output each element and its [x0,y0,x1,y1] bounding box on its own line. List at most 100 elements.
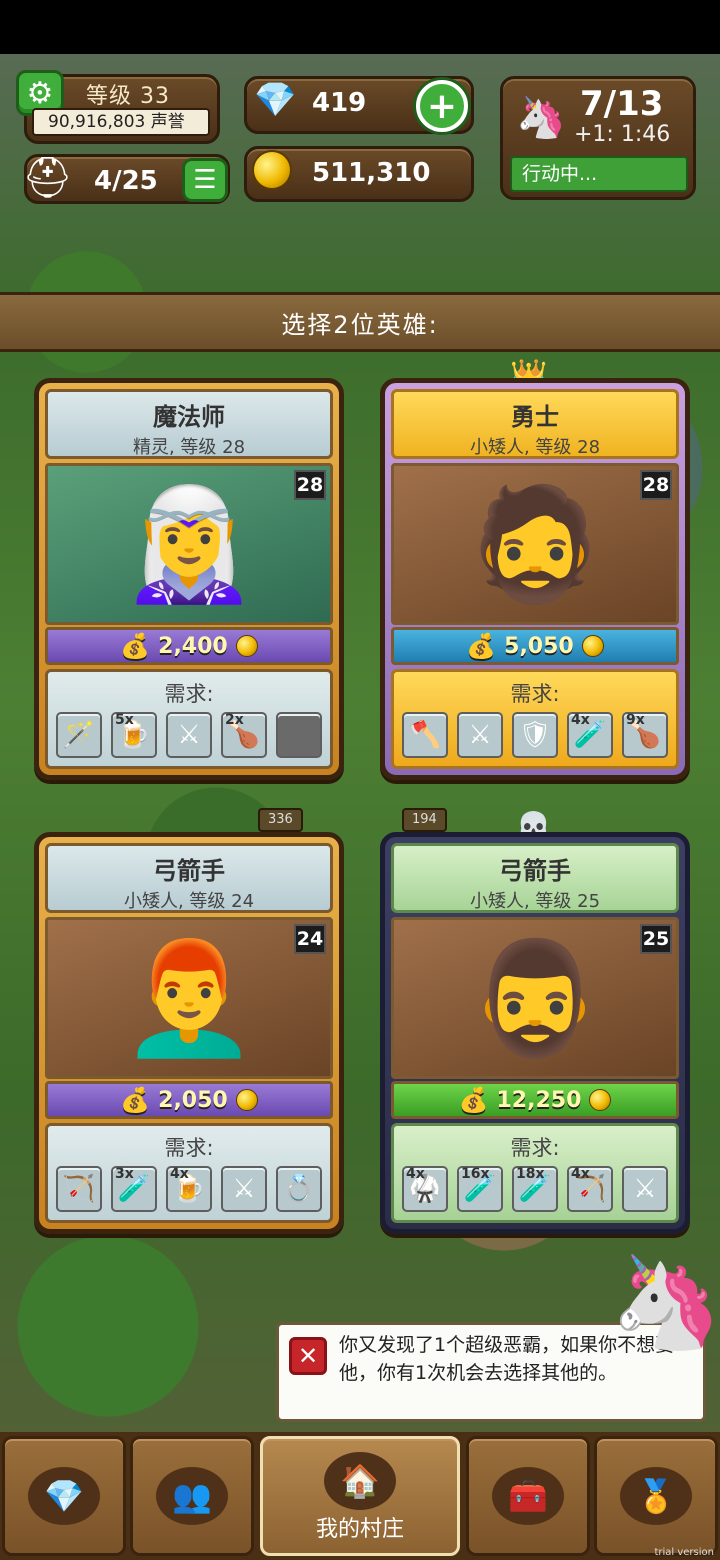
dismiss-message-button[interactable]: ✕ [289,1337,327,1375]
requirement-slot[interactable]: 🛡 [512,712,558,758]
map-cost-badge: 194 [402,808,447,832]
swords-icon: ⚔ [633,1174,657,1204]
requirement-slot[interactable]: ⚔ [166,712,212,758]
hero-requirements: 需求: 🪄 5x 🍺 ⚔ 2x 🍗 [45,669,333,769]
wand-icon: 🪄 [62,720,96,750]
hero-card-mage[interactable]: 魔法师 精灵, 等级 28 🧝‍♀️ 28 💰 2,400 需求: 🪄 5x 🍺 … [34,378,344,780]
player-level: 等级 33 [86,84,170,109]
buy-gems-button[interactable]: + [416,80,468,132]
crossbow-icon: 🏹 [62,1174,96,1204]
requirements-label: 需求: [164,1136,214,1160]
requirement-slot[interactable]: 9x 🍗 [622,712,668,758]
money-bag-icon: 💰 [120,632,151,660]
action-status[interactable]: 行动中... [510,156,688,192]
gold-count: 511,310 [312,158,431,188]
hero-card-header: 弓箭手 小矮人, 等级 24 [45,843,333,913]
requirement-slot[interactable]: 18x 🧪 [512,1166,558,1212]
requirement-qty: 4x [406,1166,425,1182]
unicorn-icon: 🦄 [516,95,566,141]
hero-price: 💰 5,050 [391,627,679,665]
map-cost-badge: 336 [258,808,303,832]
hero-portrait: 🧝‍♀️ 28 [45,463,333,625]
requirement-slot[interactable]: ⚔ [622,1166,668,1212]
helmet-icon: ⛑ [22,155,73,201]
requirement-slot[interactable]: 🪄 [56,712,102,758]
nav-village-button[interactable]: 🏠 我的村庄 [260,1436,460,1556]
hero-class: 魔法师 [153,403,225,431]
money-bag-icon: 💰 [120,1086,151,1114]
gold-coin-icon [589,1089,612,1111]
hero-race-level: 小矮人, 等级 25 [469,891,601,912]
requirement-slot[interactable]: 💍 [276,1166,322,1212]
requirement-slot[interactable]: 🏹 [56,1166,102,1212]
hero-requirements: 需求: 4x 🥋 16x 🧪 18x 🧪 4x 🏹 ⚔ [391,1123,679,1223]
requirement-slot[interactable]: 4x 🧪 [567,712,613,758]
diamond-icon: 💎 [254,80,297,120]
requirement-slot[interactable]: 4x 🍺 [166,1166,212,1212]
hero-card-header: 弓箭手 小矮人, 等级 25 [391,843,679,913]
heroes-count: 4/25 [94,166,158,196]
dwarf-archer-portrait-icon: 👨‍🦰 [120,934,258,1062]
requirement-qty: 18x [516,1166,545,1182]
hero-level-badge: 24 [294,924,326,954]
swords-icon: ⚔ [232,1174,256,1204]
requirement-qty: 5x [115,712,134,728]
requirement-slot[interactable]: ⚔ [457,712,503,758]
money-bag-icon: 💰 [458,1086,489,1114]
map-cost-value: 194 [412,812,437,827]
ring-icon: 💍 [282,1174,316,1204]
gems-count: 419 [312,88,367,118]
requirement-slot[interactable]: 2x 🍗 [221,712,267,758]
requirement-slot[interactable]: ⚔ [221,1166,267,1212]
energy-count: 7/13 [580,84,664,124]
hero-price: 💰 2,050 [45,1081,333,1119]
hero-card-archer[interactable]: 弓箭手 小矮人, 等级 24 👨‍🦰 24 💰 2,050 需求: 🏹 3x 🧪 … [34,832,344,1234]
reputation-box: 90,916,803 声誉 [32,108,210,136]
dwarf-archer-villain-portrait-icon: 🧔‍♂️ [466,934,604,1062]
hero-level-badge: 28 [294,470,326,500]
hero-card-header: 魔法师 精灵, 等级 28 [45,389,333,459]
hero-card-warrior[interactable]: 勇士 小矮人, 等级 28 🧔 28 💰 5,050 需求: 🪓 ⚔ 🛡 4x 🧪… [380,378,690,780]
nav-achievements-button[interactable]: 🏅 [594,1436,718,1556]
people-icon: 👥 [172,1477,212,1515]
diamond-icon: 💎 [44,1477,84,1515]
nav-village-label: 我的村庄 [315,1517,404,1542]
requirement-slot[interactable]: 3x 🧪 [111,1166,157,1212]
requirement-slot[interactable]: 4x 🥋 [402,1166,448,1212]
hero-card-archer-villain[interactable]: 弓箭手 小矮人, 等级 25 🧔‍♂️ 25 💰 12,250 需求: 4x 🥋 … [380,832,690,1234]
requirement-slot[interactable]: 4x 🏹 [567,1166,613,1212]
nav-chest-button[interactable]: 🧰 [466,1436,590,1556]
unicorn-advisor-icon: 🦄 [610,1250,720,1355]
hero-requirements: 需求: 🏹 3x 🧪 4x 🍺 ⚔ 💍 [45,1123,333,1223]
dwarf-warrior-portrait-icon: 🧔 [466,480,604,608]
medal-icon: 🏅 [636,1477,676,1515]
nav-shop-button[interactable]: 💎 [2,1436,126,1556]
gold-coin-icon [235,1089,258,1111]
requirement-slot[interactable]: 5x 🍺 [111,712,157,758]
elf-mage-portrait-icon: 🧝‍♀️ [120,480,258,608]
hero-list-button[interactable]: ☰ [182,158,228,202]
requirement-slot[interactable]: 🪓 [402,712,448,758]
swords-icon: ⚔ [177,720,201,750]
hero-price: 💰 12,250 [391,1081,679,1119]
requirement-qty: 4x [571,1166,590,1182]
swords-icon: ⚔ [468,720,492,750]
hero-portrait: 🧔‍♂️ 25 [391,917,679,1079]
plus-icon: + [426,85,458,127]
hero-class: 弓箭手 [499,857,571,885]
gold-coin-icon [252,150,292,190]
hero-level-badge: 28 [640,470,672,500]
empty-slot [276,712,322,758]
hero-card-header: 勇士 小矮人, 等级 28 [391,389,679,459]
requirement-qty: 3x [115,1166,134,1182]
reputation-value: 90,916,803 声誉 [48,112,185,132]
axe-icon: 🪓 [408,720,442,750]
hero-class: 弓箭手 [153,857,225,885]
nav-heroes-button[interactable]: 👥 [130,1436,254,1556]
gold-coin-icon [235,635,258,657]
requirement-qty: 2x [225,712,244,728]
hero-price-value: 12,250 [496,1087,582,1113]
hero-race-level: 精灵, 等级 28 [132,437,246,458]
requirement-slot[interactable]: 16x 🧪 [457,1166,503,1212]
requirement-qty: 16x [461,1166,490,1182]
